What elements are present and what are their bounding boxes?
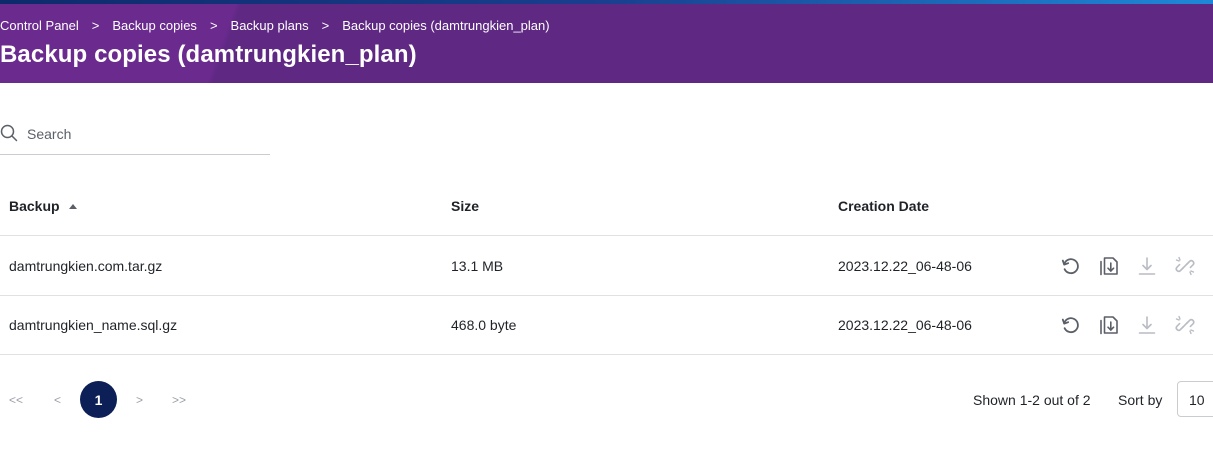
unlink-icon (1175, 256, 1195, 276)
sort-by-label: Sort by (1118, 392, 1163, 408)
restore-file-icon (1100, 257, 1118, 276)
breadcrumb-separator: > (321, 18, 330, 33)
per-page-select[interactable]: 10 (1177, 381, 1213, 417)
restore-button[interactable] (1059, 313, 1083, 337)
results-summary: Shown 1-2 out of 2 (973, 392, 1091, 408)
restore-button[interactable] (1059, 254, 1083, 278)
backup-creation-date: 2023.12.22_06-48-06 (838, 258, 972, 274)
search-box (0, 118, 270, 155)
backup-name: damtrungkien.com.tar.gz (9, 258, 163, 274)
unlink-button[interactable] (1173, 254, 1197, 278)
search-icon (0, 124, 18, 142)
download-icon (1138, 316, 1156, 334)
download-button[interactable] (1135, 254, 1159, 278)
table-header: Backup Size Creation Date (0, 180, 1213, 236)
table-row: damtrungkien.com.tar.gz 13.1 MB 2023.12.… (0, 237, 1213, 296)
breadcrumb-control-panel[interactable]: Control Panel (0, 18, 79, 33)
download-icon (1138, 257, 1156, 275)
page-title: Backup copies (damtrungkien_plan) (0, 41, 417, 68)
download-button[interactable] (1135, 313, 1159, 337)
column-header-backup[interactable]: Backup (9, 198, 77, 214)
unlink-icon (1175, 315, 1195, 335)
restore-icon (1061, 317, 1079, 334)
row-actions (1059, 313, 1211, 337)
restore-file-icon (1100, 316, 1118, 335)
breadcrumb-backup-copies[interactable]: Backup copies (112, 18, 197, 33)
restore-icon (1061, 258, 1079, 275)
search-input[interactable] (27, 123, 267, 145)
next-page-button[interactable]: > (136, 393, 143, 407)
column-header-label: Backup (9, 198, 60, 214)
unlink-button[interactable] (1173, 313, 1197, 337)
breadcrumb-separator: > (91, 18, 100, 33)
restore-file-button[interactable] (1097, 313, 1121, 337)
breadcrumb-backup-plans[interactable]: Backup plans (231, 18, 309, 33)
backup-size: 468.0 byte (451, 317, 517, 333)
page-1-button[interactable]: 1 (80, 381, 117, 418)
page-header: Control Panel > Backup copies > Backup p… (0, 4, 1213, 83)
row-actions (1059, 254, 1211, 278)
breadcrumb: Control Panel > Backup copies > Backup p… (0, 18, 550, 33)
breadcrumb-separator: > (209, 18, 218, 33)
table-row: damtrungkien_name.sql.gz 468.0 byte 2023… (0, 296, 1213, 355)
backup-size: 13.1 MB (451, 258, 504, 274)
backup-creation-date: 2023.12.22_06-48-06 (838, 317, 972, 333)
restore-file-button[interactable] (1097, 254, 1121, 278)
last-page-button[interactable]: >> (172, 393, 186, 407)
column-header-size[interactable]: Size (451, 198, 479, 214)
breadcrumb-current: Backup copies (damtrungkien_plan) (342, 18, 550, 33)
column-header-creation-date[interactable]: Creation Date (838, 198, 929, 214)
backup-name: damtrungkien_name.sql.gz (9, 317, 178, 333)
prev-page-button[interactable]: < (54, 393, 61, 407)
sort-ascending-icon (68, 203, 77, 209)
first-page-button[interactable]: << (9, 393, 23, 407)
